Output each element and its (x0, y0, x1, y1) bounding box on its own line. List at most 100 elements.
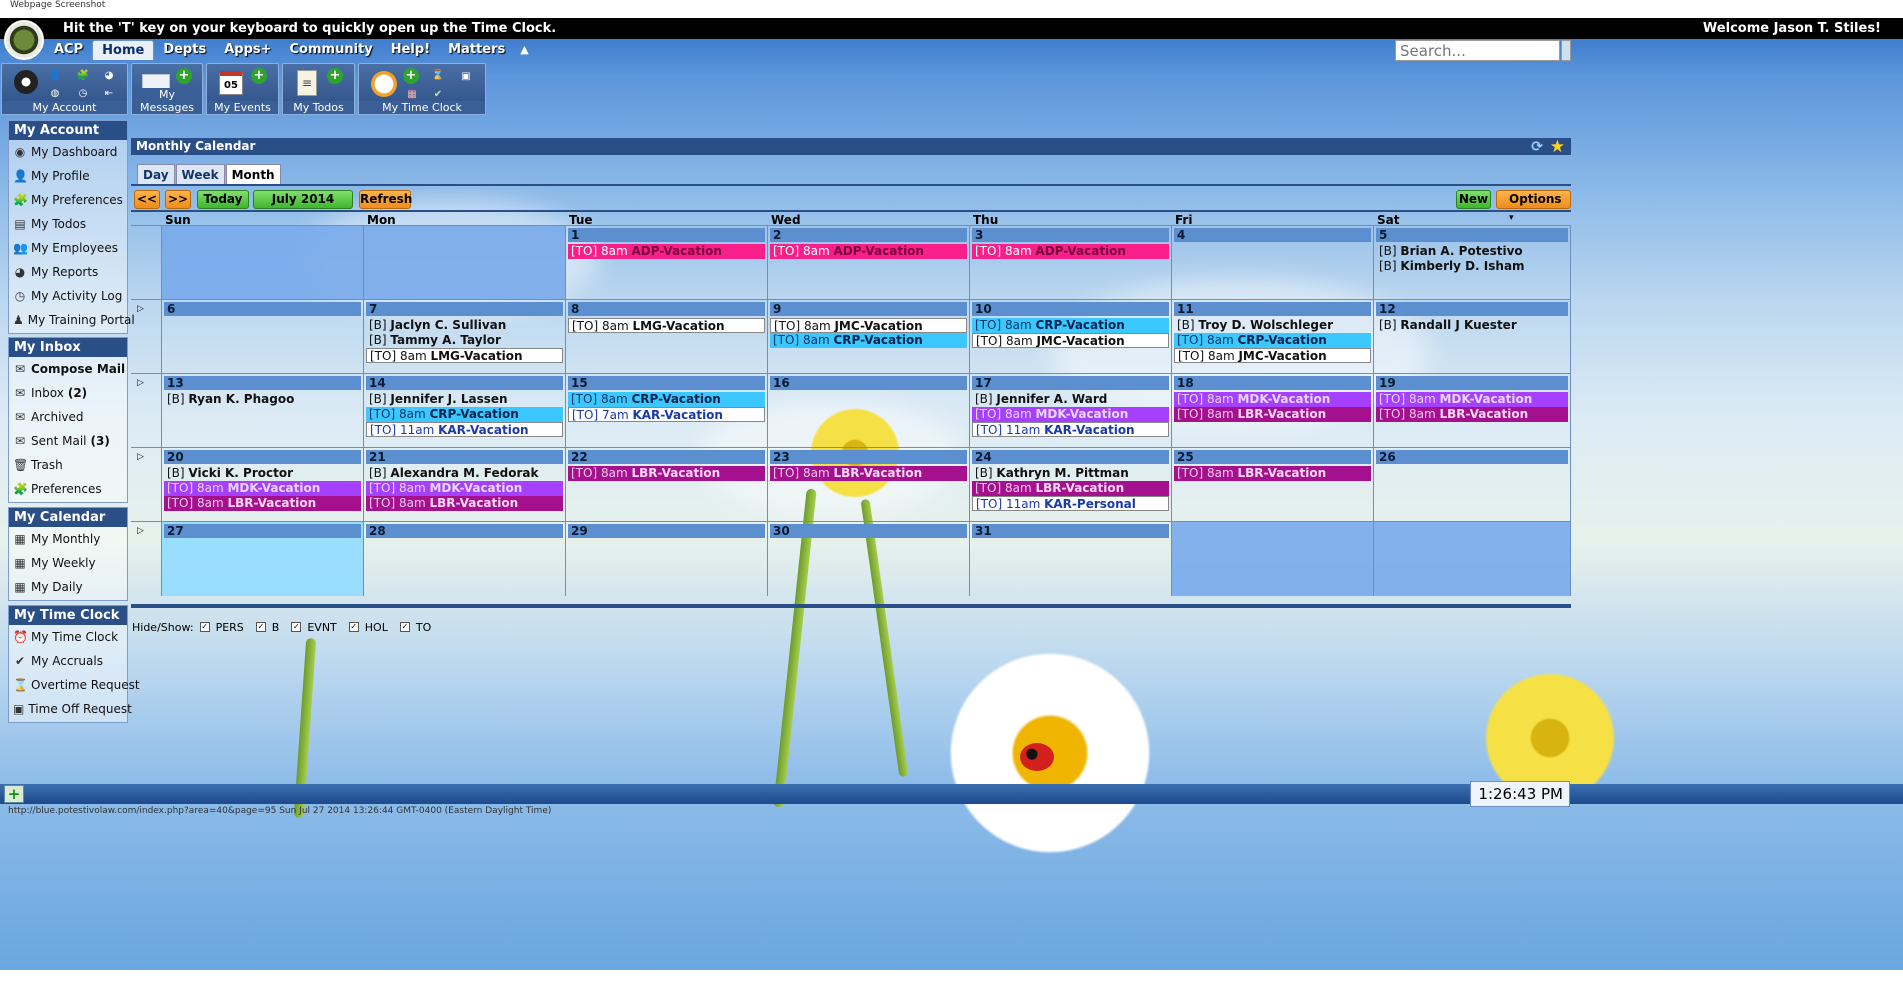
day-number[interactable]: 5 (1376, 228, 1568, 242)
day-number[interactable]: 7 (366, 302, 563, 316)
calendar-icon[interactable]: 05 (219, 71, 243, 95)
time-off-event[interactable]: [TO] 8am JMC-Vacation (972, 333, 1169, 348)
day-number[interactable]: 3 (972, 228, 1169, 242)
day-cell[interactable]: 11 [B] Troy D. Wolschleger [TO] 8am CRP-Va… (1172, 300, 1374, 374)
nav-home[interactable]: Home (92, 40, 155, 60)
sidebar-item-daily[interactable]: ▦ My Daily (9, 575, 127, 599)
day-number[interactable]: 20 (164, 450, 361, 464)
time-off-event[interactable]: [TO] 8am JMC-Vacation (770, 318, 967, 333)
sidebar-item-employees[interactable]: 👥 My Employees (9, 236, 127, 260)
add-event-icon[interactable]: + (251, 68, 267, 84)
day-cell[interactable]: 21 [B] Alexandra M. Fedorak [TO] 8am MDK-V… (364, 448, 566, 522)
day-cell[interactable]: 17 [B] Jennifer A. Ward [TO] 8am MDK-Vacat… (970, 374, 1172, 448)
day-cell[interactable]: 30 (768, 522, 970, 596)
day-number[interactable]: 18 (1174, 376, 1371, 390)
sidebar-item-archived[interactable]: ✉ Archived (9, 405, 127, 429)
day-number[interactable]: 25 (1174, 450, 1371, 464)
preferences-icon[interactable]: 🧩 (76, 68, 90, 82)
export-icon[interactable]: ⇤ (102, 86, 116, 100)
day-number[interactable]: 14 (366, 376, 563, 390)
day-cell[interactable]: 28 (364, 522, 566, 596)
favorite-star-icon[interactable]: ★ (1550, 137, 1565, 157)
day-number[interactable]: 16 (770, 376, 967, 390)
time-off-event[interactable]: [TO] 8am LMG-Vacation (568, 318, 765, 333)
day-number[interactable]: 8 (568, 302, 765, 316)
tab-day[interactable]: Day (137, 164, 175, 186)
week-expand-handle[interactable]: ▷ (131, 300, 162, 374)
day-number[interactable]: 4 (1174, 228, 1371, 242)
sidebar-item-todos[interactable]: ▤ My Todos (9, 212, 127, 236)
day-cell[interactable]: 9 [TO] 8am JMC-Vacation [TO] 8am CRP-Vacat… (768, 300, 970, 374)
sidebar-item-sent[interactable]: ✉ Sent Mail (3) (9, 429, 127, 453)
day-cell[interactable]: 13 [B] Ryan K. Phagoo (162, 374, 364, 448)
day-number[interactable]: 26 (1376, 450, 1568, 464)
sidebar-item-weekly[interactable]: ▦ My Weekly (9, 551, 127, 575)
day-cell[interactable]: 23 [TO] 8am LBR-Vacation (768, 448, 970, 522)
alarm-clock-icon[interactable] (371, 71, 397, 97)
birthday-entry[interactable]: [B] Tammy A. Taylor (366, 333, 563, 348)
day-cell[interactable]: 5 [B] Brian A. Potestivo [B] Kimberly D. I… (1374, 226, 1571, 300)
time-off-event[interactable]: [TO] 11am KAR-Personal (972, 496, 1169, 511)
nav-matters[interactable]: Matters (439, 40, 514, 60)
week-expand-handle[interactable]: ▷ (131, 522, 162, 596)
sidebar-item-inbox[interactable]: ✉ Inbox (2) (9, 381, 127, 405)
week-expand-handle[interactable]: ▷ (131, 374, 162, 448)
day-cell[interactable]: 4 (1172, 226, 1374, 300)
birthday-entry[interactable]: [B] Jennifer A. Ward (972, 392, 1169, 407)
time-off-event[interactable]: [TO] 8am CRP-Vacation (366, 407, 563, 422)
week-expand-handle[interactable]: ▷ (131, 448, 162, 522)
add-widget-button[interactable]: + (4, 785, 24, 803)
time-off-event[interactable]: [TO] 8am LBR-Vacation (972, 481, 1169, 496)
day-number[interactable]: 30 (770, 524, 967, 538)
nav-community[interactable]: Community (281, 40, 382, 60)
day-cell[interactable]: 26 (1374, 448, 1571, 522)
next-month-button[interactable]: >> (165, 190, 191, 209)
dashboard-icon[interactable] (14, 70, 38, 94)
filter-to-checkbox[interactable]: ✓ (399, 622, 410, 632)
day-number[interactable]: 11 (1174, 302, 1371, 316)
day-cell[interactable]: 27 (162, 522, 364, 596)
sidebar-item-time-off[interactable]: ▣ Time Off Request (9, 697, 132, 721)
day-cell[interactable]: 14 [B] Jennifer J. Lassen [TO] 8am CRP-Vac… (364, 374, 566, 448)
day-cell[interactable]: 18 [TO] 8am MDK-Vacation [TO] 8am LBR-Vaca… (1172, 374, 1374, 448)
birthday-entry[interactable]: [B] Kathryn M. Pittman (972, 466, 1169, 481)
filter-b-checkbox[interactable]: ✓ (255, 622, 266, 632)
sidebar-item-accruals[interactable]: ✔ My Accruals (9, 649, 127, 673)
day-cell[interactable] (162, 226, 364, 300)
day-number[interactable]: 10 (972, 302, 1169, 316)
search-input[interactable] (1395, 40, 1560, 61)
time-off-event[interactable]: [TO] 8am ADP-Vacation (972, 244, 1169, 259)
sidebar-item-mail-preferences[interactable]: 🧩 Preferences (9, 477, 127, 501)
filter-evnt-checkbox[interactable]: ✓ (291, 622, 302, 632)
options-button[interactable]: Options ▾ (1496, 190, 1571, 223)
day-cell[interactable]: 7 [B] Jaclyn C. Sullivan [B] Tammy A. Tayl… (364, 300, 566, 374)
day-cell[interactable] (1374, 522, 1571, 596)
day-cell[interactable]: 2 [TO] 8am ADP-Vacation (768, 226, 970, 300)
time-off-event[interactable]: [TO] 8am ADP-Vacation (770, 244, 967, 259)
time-off-event[interactable]: [TO] 8am LBR-Vacation (568, 466, 765, 481)
time-off-event[interactable]: [TO] 8am MDK-Vacation (366, 481, 563, 496)
day-cell[interactable]: 12 [B] Randall J Kuester (1374, 300, 1571, 374)
reports-icon[interactable]: ◕ (102, 68, 116, 82)
app-logo-icon[interactable] (4, 20, 44, 60)
day-number[interactable]: 21 (366, 450, 563, 464)
time-off-event[interactable]: [TO] 8am LBR-Vacation (1174, 466, 1371, 481)
day-number[interactable]: 22 (568, 450, 765, 464)
day-cell[interactable]: 22 [TO] 8am LBR-Vacation (566, 448, 768, 522)
add-message-icon[interactable]: + (176, 68, 192, 84)
sidebar-item-compose[interactable]: ✉ Compose Mail (9, 357, 127, 381)
month-picker-button[interactable]: July 2014 (253, 190, 353, 209)
sidebar-item-monthly[interactable]: ▦ My Monthly (9, 527, 127, 551)
time-off-event[interactable]: [TO] 8am LBR-Vacation (366, 496, 563, 511)
time-off-event[interactable]: [TO] 8am JMC-Vacation (1174, 348, 1371, 363)
time-off-event[interactable]: [TO] 8am LBR-Vacation (770, 466, 967, 481)
day-cell[interactable] (1172, 522, 1374, 596)
time-off-event[interactable]: [TO] 8am MDK-Vacation (1376, 392, 1568, 407)
tab-week[interactable]: Week (175, 164, 225, 186)
refresh-button[interactable]: Refresh (359, 190, 412, 209)
birthday-entry[interactable]: [B] Alexandra M. Fedorak (366, 466, 563, 481)
time-off-event[interactable]: [TO] 11am KAR-Vacation (366, 422, 563, 437)
day-number[interactable]: 9 (770, 302, 967, 316)
day-cell[interactable] (364, 226, 566, 300)
birthday-entry[interactable]: [B] Ryan K. Phagoo (164, 392, 361, 407)
